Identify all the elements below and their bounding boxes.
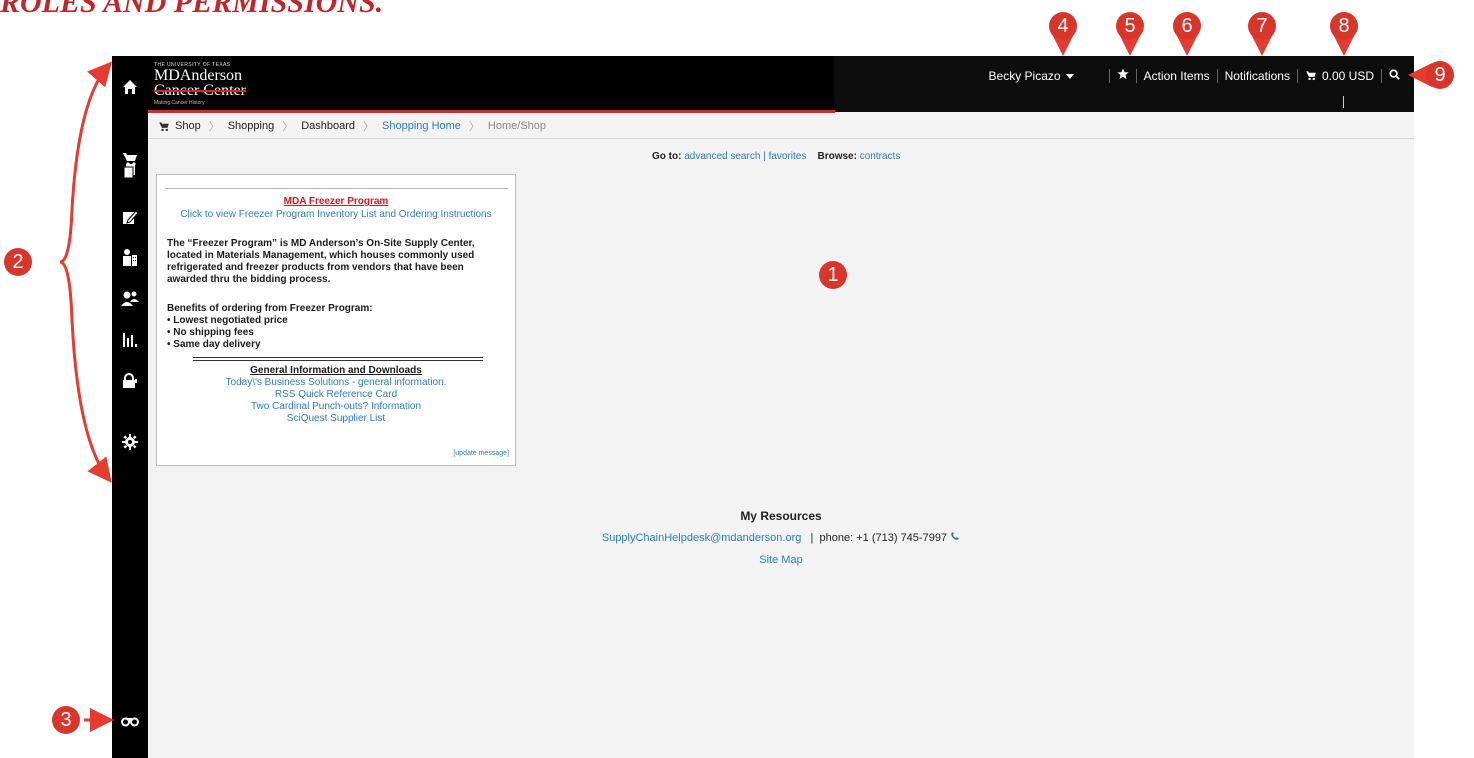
annotation-badge-2: 2: [4, 248, 32, 276]
annotation-badge-6: 6: [1173, 12, 1201, 40]
annotation-badge-8: 8: [1330, 12, 1358, 40]
annotation-badge-5: 5: [1116, 12, 1144, 40]
annotation-arrows: [59, 32, 1432, 732]
annotation-badge-7: 7: [1248, 12, 1276, 40]
annotation-badge-4: 4: [1049, 12, 1077, 40]
annotation-badge-9: 9: [1426, 61, 1454, 89]
annotation-badge-1: 1: [819, 261, 847, 289]
annotation-badge-3: 3: [52, 706, 80, 734]
